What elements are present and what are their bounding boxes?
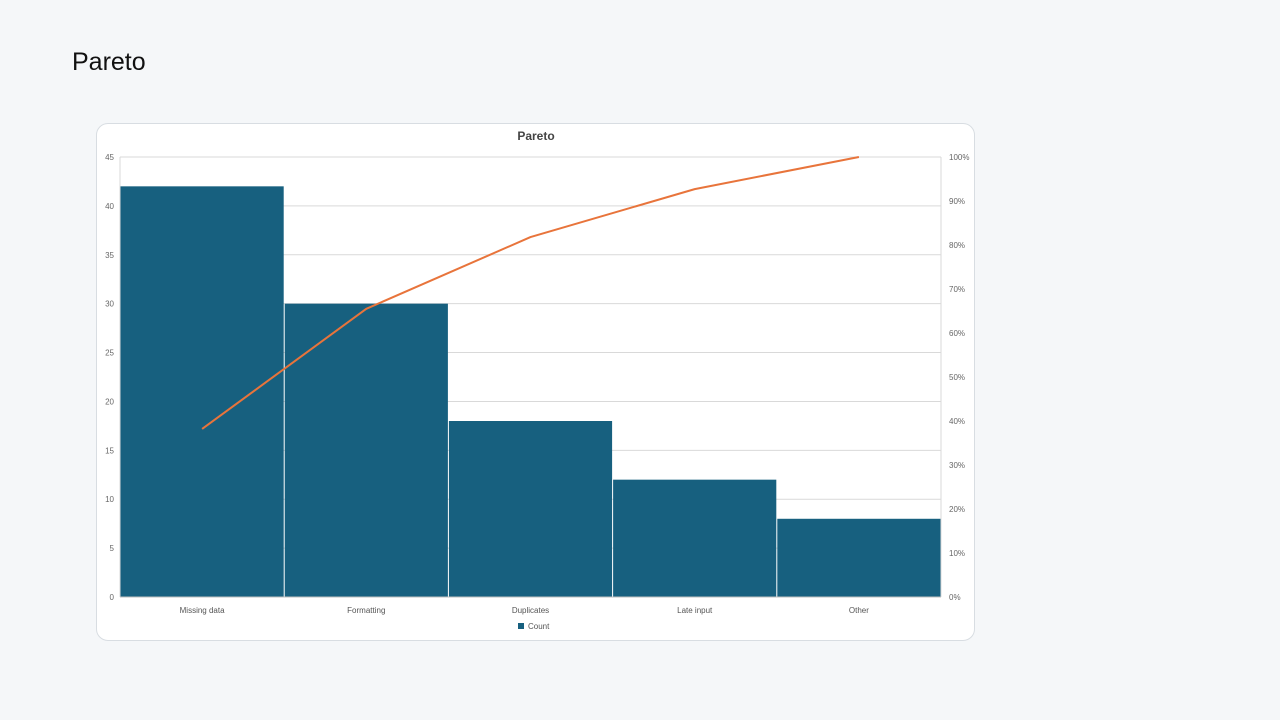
legend-label: Count [528,622,550,631]
y-left-tick-label: 15 [105,446,114,455]
legend: Count [518,622,550,631]
x-tick-label: Duplicates [512,606,549,615]
y-right-tick-label: 50% [949,373,965,382]
chart-card: Pareto 0 5 10 15 20 25 30 35 40 45 0% 10% 20% 30% 40% 5… [96,123,975,641]
y-left-tick-label: 0 [110,593,115,602]
y-left-tick-label: 25 [105,349,114,358]
y-right-tick-label: 20% [949,505,965,514]
y-right-tick-label: 30% [949,461,965,470]
y-right-tick-label: 40% [949,417,965,426]
bar [613,479,777,597]
bars [120,186,941,598]
y-right-tick-label: 70% [949,285,965,294]
pareto-chart: Pareto 0 5 10 15 20 25 30 35 40 45 0% 10% 20% 30% 40% 5… [105,129,969,631]
x-tick-label: Formatting [347,606,385,615]
y-left-tick-label: 30 [105,300,114,309]
bar [120,186,284,598]
y-left-tick-label: 45 [105,153,114,162]
page-title: Pareto [72,48,146,76]
y-left-tick-label: 10 [105,495,114,504]
y-left-tick-label: 35 [105,251,114,260]
y-left-tick-label: 20 [105,397,114,406]
x-tick-label: Late input [677,606,713,615]
bar [284,303,448,597]
bar [448,421,613,597]
x-tick-label: Missing data [180,606,225,615]
bar [777,518,941,597]
y-left-tick-label: 5 [110,544,115,553]
x-tick-label: Other [849,606,869,615]
y-right-tick-label: 100% [949,153,969,162]
legend-swatch [518,623,524,629]
y-right-tick-label: 80% [949,241,965,250]
y-left-tick-label: 40 [105,202,114,211]
y-right-tick-label: 10% [949,549,965,558]
y-right-tick-label: 0% [949,593,961,602]
y-right-tick-label: 90% [949,197,965,206]
chart-title: Pareto [517,129,554,143]
y-right-tick-label: 60% [949,329,965,338]
